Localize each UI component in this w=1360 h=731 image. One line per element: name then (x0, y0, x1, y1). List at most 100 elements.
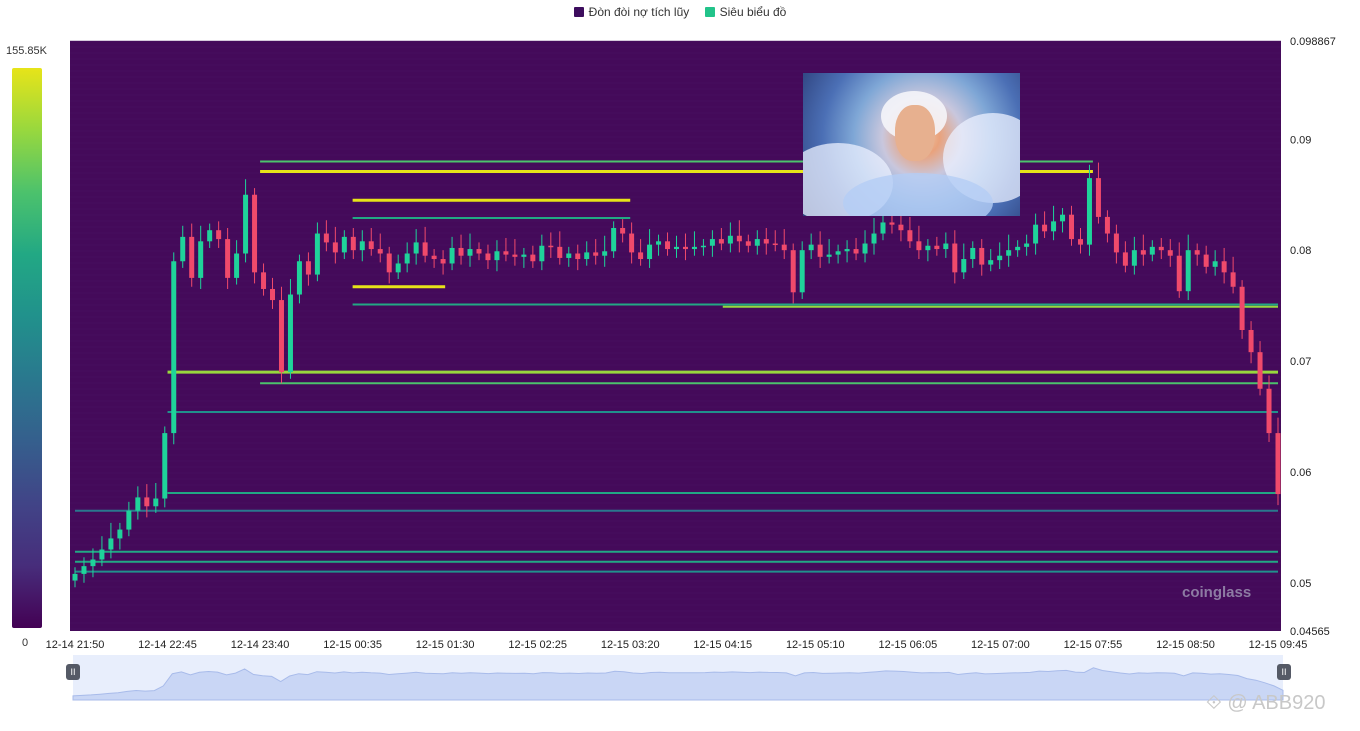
candle-body (287, 294, 293, 373)
candle-body (916, 241, 922, 251)
range-handle-left[interactable]: II (66, 664, 80, 680)
candle-body (135, 497, 141, 511)
candle-body (988, 260, 994, 265)
plot-background (70, 41, 1281, 631)
y-tick-label: 0.06 (1290, 467, 1311, 479)
candle-body (171, 261, 177, 434)
candle-body (961, 259, 967, 273)
candle-body (1024, 243, 1030, 247)
candle-body (700, 245, 706, 248)
candle-body (72, 573, 78, 581)
candle-body (907, 230, 913, 242)
candle-body (234, 253, 240, 278)
y-tick-label: 0.08 (1290, 245, 1311, 257)
candle-body (1122, 252, 1128, 266)
x-tick-label: 12-14 23:40 (231, 639, 290, 651)
candle-body (359, 241, 365, 251)
candle-body (1185, 250, 1191, 292)
candle-body (557, 246, 563, 258)
candle-body (261, 272, 267, 289)
candle-body (1248, 329, 1254, 353)
candle-body (790, 250, 796, 293)
candle-body (970, 247, 976, 260)
candle-body (413, 242, 419, 254)
coinglass-watermark: coinglass (1182, 584, 1252, 601)
candle-body (207, 230, 213, 242)
candle-body (844, 249, 850, 252)
candle-body (1042, 224, 1048, 232)
candle-body (1176, 255, 1182, 292)
candle-body (656, 241, 662, 245)
x-tick-label: 12-15 02:25 (508, 639, 567, 651)
candle-body (1149, 246, 1155, 255)
candle-body (449, 247, 455, 264)
candle-body (1051, 221, 1057, 232)
candle-body (1167, 250, 1173, 256)
candle-body (584, 252, 590, 260)
candle-body (566, 253, 572, 258)
candle-body (305, 261, 311, 275)
candle-body (736, 235, 742, 242)
candle-body (1239, 286, 1245, 330)
candle-body (467, 249, 473, 256)
candle-body (1194, 250, 1200, 255)
candle-body (539, 245, 545, 262)
candle-body (252, 194, 258, 273)
candle-body (772, 243, 778, 246)
y-tick-label: 0.05 (1290, 578, 1311, 590)
candle-body (476, 249, 482, 254)
candle-body (817, 244, 823, 257)
candle-body (682, 246, 688, 250)
candle-body (925, 245, 931, 251)
candle-body (270, 288, 276, 301)
candle-body (1077, 239, 1083, 245)
x-tick-label: 12-14 21:50 (46, 639, 105, 651)
candle-body (377, 249, 383, 254)
candle-body (674, 246, 679, 250)
y-tick-label: 0.04565 (1290, 626, 1330, 638)
candle-body (727, 235, 733, 244)
candle-body (943, 243, 949, 250)
candle-body (225, 239, 231, 278)
candle-body (117, 529, 123, 539)
candle-body (1266, 388, 1272, 434)
candle-body (1230, 272, 1236, 287)
candle-body (1203, 254, 1209, 267)
candle-body (997, 255, 1003, 261)
heatmap-chart[interactable]: 0.098867 0.09 0.08 0.07 0.06 0.05 0.04565 12-14… (0, 0, 1360, 731)
candle-body (108, 538, 114, 550)
candle-body (647, 244, 653, 260)
candle-body (440, 259, 446, 264)
candle-body (332, 242, 338, 253)
candle-body (278, 300, 284, 373)
candle-body (718, 239, 724, 244)
candle-body (575, 253, 581, 260)
candle-body (709, 239, 715, 246)
y-tick-label: 0.07 (1290, 356, 1311, 368)
candle-body (180, 236, 186, 262)
candle-body (548, 245, 554, 248)
candle-body (1158, 246, 1164, 251)
candle-body (952, 243, 958, 273)
y-tick-label: 0.09 (1290, 134, 1311, 146)
x-tick-label: 12-15 03:20 (601, 639, 660, 651)
candle-body (1113, 233, 1119, 253)
x-tick-label: 12-15 07:55 (1064, 639, 1123, 651)
candle-body (593, 252, 599, 256)
candle-body (1060, 214, 1066, 222)
candle-body (99, 549, 105, 560)
candle-body (1095, 178, 1101, 217)
candle-body (431, 255, 437, 260)
candle-body (296, 261, 302, 295)
candle-body (638, 252, 644, 260)
candle-body (323, 233, 329, 243)
candle-body (862, 243, 868, 254)
candle-body (144, 497, 150, 507)
x-tick-label: 12-15 07:00 (971, 639, 1030, 651)
x-tick-label: 12-15 04:15 (693, 639, 752, 651)
candle-body (1212, 261, 1218, 267)
candle-body (889, 222, 895, 225)
range-handle-right[interactable]: II (1277, 664, 1291, 680)
candle-body (314, 233, 320, 275)
candle-body (898, 224, 904, 231)
